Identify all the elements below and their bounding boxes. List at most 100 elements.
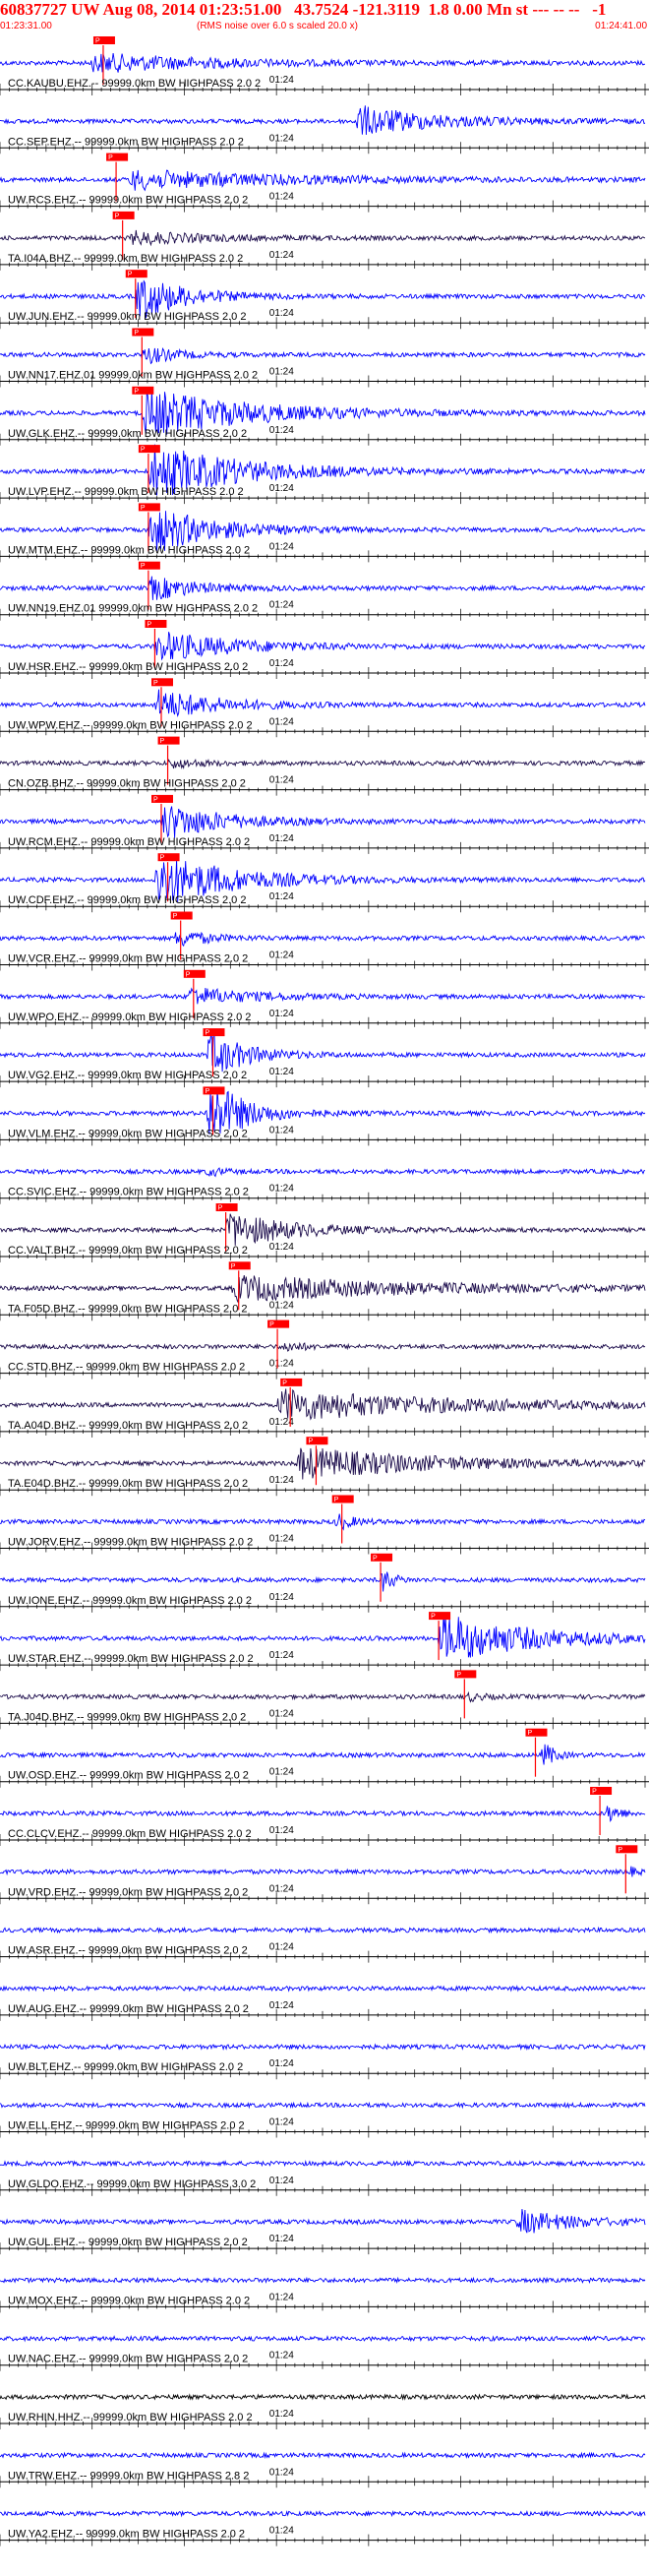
minute-label: 01:24: [269, 1825, 294, 1836]
waveform: [0, 2393, 646, 2401]
station-label: UW.GLK.EHZ.-- 99999.0km BW HIGHPASS 2.0 …: [8, 428, 247, 440]
station-label: CC.VALT.BHZ.-- 99999.0km BW HIGHPASS 2.0…: [8, 1245, 248, 1257]
pick-label: P: [173, 913, 178, 920]
station-label: UW.STAR.EHZ.-- 99999.0km BW HIGHPASS 2.0…: [8, 1653, 254, 1665]
station-label: UW.AUG.EHZ.-- 99999.0km BW HIGHPASS 2.0 …: [8, 2003, 249, 2015]
trace-9: 01:24 P UW.NN19.EHZ.01 99999.0km BW HIGHPA…: [0, 561, 649, 621]
station-label: UW.VG2.EHZ.-- 99999.0km BW HIGHPASS 2.0 …: [8, 1070, 247, 1081]
station-label: TA.J04D.BHZ.-- 99999.0km BW HIGHPASS 2.0…: [8, 1711, 246, 1723]
trace-39: 01:24 UW.NAC.EHZ.-- 99999.0km BW HIGHPASS…: [0, 2334, 649, 2371]
station-label: UW.HSR.EHZ.-- 99999.0km BW HIGHPASS 2.0 …: [8, 661, 248, 673]
pick-label: P: [160, 855, 165, 862]
minute-label: 01:24: [269, 658, 294, 669]
trace-18: 01:24 P UW.VLM.EHZ.-- 99999.0km BW HIGHPAS…: [0, 1086, 649, 1146]
pick-label: P: [282, 1380, 287, 1386]
pick-label: P: [231, 1263, 236, 1270]
waveform: [0, 229, 646, 247]
station-label: UW.JUN.EHZ.-- 99999.0km BW HIGHPASS 2.0 …: [8, 311, 246, 323]
minute-label: 01:24: [269, 600, 294, 611]
station-label: UW.TRW.EHZ.-- 99999.0km BW HIGHPASS 2.8 …: [8, 2470, 249, 2482]
trace-41: 01:24 UW.TRW.EHZ.-- 99999.0km BW HIGHPASS…: [0, 2451, 649, 2488]
trace-30: 01:24 P CC.CLCV.EHZ.-- 99999.0km BW HIGHPA…: [0, 1787, 649, 1846]
waveform: [0, 2509, 646, 2518]
trace-40: 01:24 UW.RHIN.HHZ.-- 99999.0km BW HIGHPAS…: [0, 2393, 649, 2429]
trace-32: 01:24 UW.ASR.EHZ.-- 99999.0km BW HIGHPASS…: [0, 1926, 649, 1963]
waveform: [0, 2276, 646, 2284]
pick-label: P: [205, 1088, 209, 1095]
trace-14: 01:24 P UW.CDF.EHZ.-- 99999.0km BW HIGHPAS…: [0, 853, 649, 913]
trace-7: 01:24 P UW.LVP.EHZ.-- 99999.0km BW HIGHPAS…: [0, 444, 649, 505]
minute-label: 01:24: [269, 1592, 294, 1603]
waveform: [0, 2043, 646, 2052]
minute-label: 01:24: [269, 2292, 294, 2302]
station-label: UW.ASR.EHZ.-- 99999.0km BW HIGHPASS 2.0 …: [8, 1945, 248, 1957]
minute-label: 01:24: [269, 1242, 294, 1253]
waveform: [0, 1690, 646, 1703]
pick-label: P: [160, 738, 165, 745]
minute-label: 01:24: [269, 891, 294, 902]
trace-13: 01:24 P UW.RCM.EHZ.-- 99999.0km BW HIGHPAS…: [0, 794, 649, 854]
trace-12: 01:24 P CN.OZB.BHZ.-- 99999.0km BW HIGHPAS…: [0, 736, 649, 796]
pick-label: P: [108, 154, 113, 161]
minute-label: 01:24: [269, 2351, 294, 2361]
station-label: CN.OZB.BHZ.-- 99999.0km BW HIGHPASS 2.0 …: [8, 778, 246, 790]
trace-24: 01:24 P TA.E04D.BHZ.-- 99999.0km BW HIGHPA…: [0, 1437, 649, 1497]
minute-label: 01:24: [269, 1125, 294, 1135]
minute-label: 01:24: [269, 250, 294, 261]
trace-28: 01:24 P TA.J04D.BHZ.-- 99999.0km BW HIGHPA…: [0, 1670, 649, 1730]
trace-31: 01:24 P UW.VRD.EHZ.-- 99999.0km BW HIGHPAS…: [0, 1845, 649, 1905]
station-label: CC.SVIC.EHZ.-- 99999.0km BW HIGHPASS 2.0…: [8, 1187, 249, 1198]
waveform: [0, 1447, 646, 1480]
station-label: UW.RCS.EHZ.-- 99999.0km BW HIGHPASS 2.0 …: [8, 195, 248, 207]
station-label: UW.LVP.EHZ.-- 99999.0km BW HIGHPASS 2.0 …: [8, 486, 244, 498]
pick-label: P: [269, 1321, 274, 1328]
trace-11: 01:24 P UW.WPW.EHZ.-- 99999.0km BW HIGHPAS…: [0, 678, 649, 738]
pick-label: P: [334, 1497, 339, 1503]
trace-23: 01:24PTA.A04D.BHZ.-- 99999.0km BW HIGHPA…: [0, 1378, 649, 1438]
minute-label: 01:24: [269, 1184, 294, 1195]
minute-label: 01:24: [269, 1767, 294, 1778]
station-label: TA.I04A.BHZ.-- 99999.0km BW HIGHPASS 2.0…: [8, 253, 243, 265]
waveform: [0, 1213, 646, 1246]
minute-label: 01:24: [269, 1009, 294, 1019]
minute-label: 01:24: [269, 2176, 294, 2186]
minute-label: 01:24: [269, 1883, 294, 1894]
waveform: [0, 1275, 646, 1303]
waveform: [0, 1614, 646, 1658]
station-label: UW.OSD.EHZ.-- 99999.0km BW HIGHPASS 2.0 …: [8, 1770, 249, 1782]
minute-label: 01:24: [269, 2409, 294, 2420]
pick-label: P: [95, 38, 100, 45]
minute-label: 01:24: [269, 1708, 294, 1719]
minute-label: 01:24: [269, 75, 294, 86]
trace-37: 01:24 UW.GUL.EHZ.-- 99999.0km BW HIGHPASS…: [0, 2209, 649, 2255]
waveform: [0, 1513, 646, 1531]
minute-label: 01:24: [269, 2000, 294, 2011]
trace-4: 01:24 P UW.JUN.EHZ.-- 99999.0km BW HIGHPAS…: [0, 270, 649, 330]
minute-label: 01:24: [269, 133, 294, 144]
pick-label: P: [128, 272, 133, 278]
trace-25: 01:24 P UW.JORV.EHZ.-- 99999.0km BW HIGHPA…: [0, 1495, 649, 1555]
station-label: CC.KAUBU.EHZ.-- 99999.0km BW HIGHPASS 2.…: [8, 78, 261, 90]
trace-29: 01:24 P UW.OSD.EHZ.-- 99999.0km BW HIGHPAS…: [0, 1728, 649, 1788]
station-label: TA.F05D.BHZ.-- 99999.0km BW HIGHPASS 2.0…: [8, 1303, 248, 1315]
waveform: [0, 1744, 646, 1765]
trace-22: 01:24 P CC.STD.BHZ.-- 99999.0km BW HIGHPAS…: [0, 1319, 649, 1380]
pick-label: P: [115, 213, 120, 219]
pick-label: P: [618, 1847, 622, 1854]
minute-label: 01:24: [269, 1359, 294, 1370]
station-label: UW.MTM.EHZ.-- 99999.0km BW HIGHPASS 2.0 …: [8, 544, 250, 556]
pick-label: P: [373, 1555, 378, 1562]
minute-label: 01:24: [269, 483, 294, 494]
station-label: UW.JORV.EHZ.-- 99999.0km BW HIGHPASS 2.0…: [8, 1537, 253, 1549]
station-label: UW.IONE.EHZ.-- 99999.0km BW HIGHPASS 2.0…: [8, 1595, 252, 1607]
minute-label: 01:24: [269, 833, 294, 844]
waveform: [0, 806, 646, 838]
pick-label: P: [141, 505, 146, 512]
trace-26: 01:24 P UW.IONE.EHZ.-- 99999.0km BW HIGHPA…: [0, 1553, 649, 1613]
minute-label: 01:24: [269, 367, 294, 378]
pick-label: P: [153, 680, 158, 687]
waveform: [0, 758, 646, 770]
pick-label: P: [308, 1439, 313, 1445]
pick-label: P: [153, 796, 158, 803]
station-label: UW.NN19.EHZ.01 99999.0km BW HIGHPASS 2.0…: [8, 603, 258, 615]
